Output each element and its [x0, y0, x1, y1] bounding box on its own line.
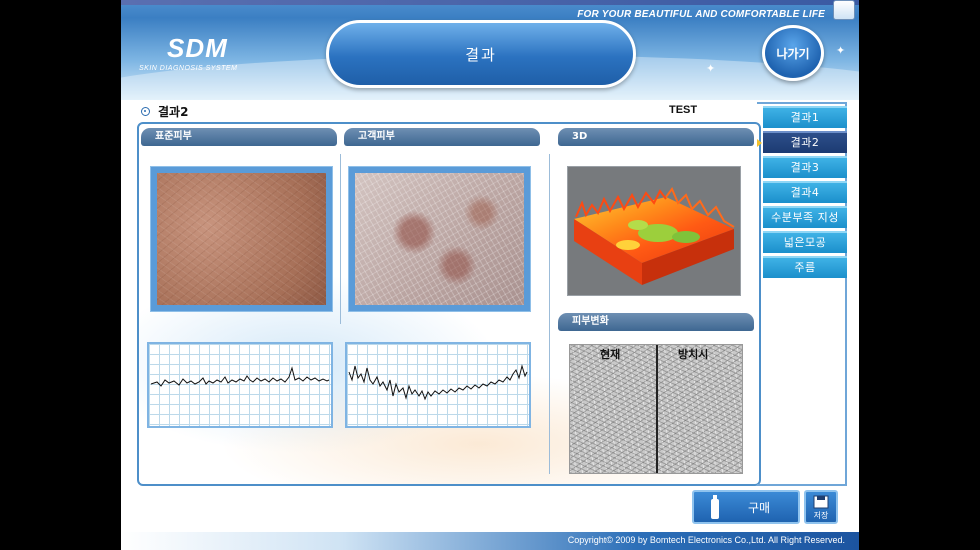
app-logo: SDM — [167, 33, 228, 63]
nav-dehydrated-oily[interactable]: 수분부족 지성 — [763, 206, 847, 228]
sparkle-icon: ✦ — [836, 44, 846, 57]
tab-customer-skin: 고객피부 — [344, 128, 540, 146]
bottle-icon — [711, 495, 719, 519]
nav-wrinkles[interactable]: 주름 — [763, 256, 847, 278]
user-name: TEST — [669, 104, 698, 116]
skin-diagnosis-window: FOR YOUR BEAUTIFUL AND COMFORTABLE LIFE … — [121, 0, 859, 550]
standard-skin-profile-graph — [147, 342, 333, 428]
column-divider — [549, 154, 550, 474]
footer: Copyright© 2009 by Bomtech Electronics C… — [121, 532, 859, 550]
window-icon[interactable] — [833, 0, 855, 20]
column-divider — [340, 154, 341, 324]
standard-skin-photo — [157, 173, 326, 305]
tab-standard-skin: 표준피부 — [141, 128, 337, 146]
buy-button-label: 구매 — [748, 500, 771, 515]
skin-change-comparison-image: 현재 방치시 — [569, 344, 743, 474]
customer-skin-photo — [355, 173, 524, 305]
buy-button[interactable]: 구매 — [692, 490, 800, 524]
nav-wide-pores[interactable]: 넓은모공 — [763, 231, 847, 253]
customer-skin-photo-frame — [348, 166, 531, 312]
save-button[interactable]: 저장 — [804, 490, 838, 524]
header: FOR YOUR BEAUTIFUL AND COMFORTABLE LIFE … — [121, 0, 859, 100]
result-panel: 표준피부 고객피부 3D 피부변화 현재 방치시 — [137, 122, 761, 486]
page-title: 결과 — [326, 20, 636, 88]
nav-result-4[interactable]: 결과4 — [763, 181, 847, 203]
header-top-stripe — [121, 0, 859, 5]
exit-button[interactable]: 나가기 — [762, 25, 824, 81]
nav-result-2[interactable]: 결과2 — [757, 131, 847, 153]
nav-result-1[interactable]: 결과1 — [763, 106, 847, 128]
copyright: Copyright© 2009 by Bomtech Electronics C… — [567, 535, 845, 545]
customer-skin-profile-graph — [345, 342, 531, 428]
disk-save-icon — [813, 495, 829, 509]
save-button-label: 저장 — [813, 511, 829, 520]
tab-3d: 3D — [558, 128, 754, 146]
comparison-divider — [656, 345, 658, 473]
tab-skin-change: 피부변화 — [558, 313, 754, 331]
neglect-label: 방치시 — [678, 348, 709, 361]
nav-result-3[interactable]: 결과3 — [763, 156, 847, 178]
section-title: 결과2 — [158, 105, 189, 119]
3d-skin-surface-image — [567, 166, 741, 296]
target-bullet-icon — [141, 107, 150, 116]
sparkle-icon: ✦ — [706, 62, 716, 75]
standard-skin-photo-frame — [150, 166, 333, 312]
app-logo-subtitle: SKIN DIAGNOSIS SYSTEM — [139, 65, 238, 72]
current-label: 현재 — [600, 348, 621, 361]
section-heading: 결과2 — [141, 103, 721, 121]
tagline: FOR YOUR BEAUTIFUL AND COMFORTABLE LIFE — [577, 9, 825, 20]
